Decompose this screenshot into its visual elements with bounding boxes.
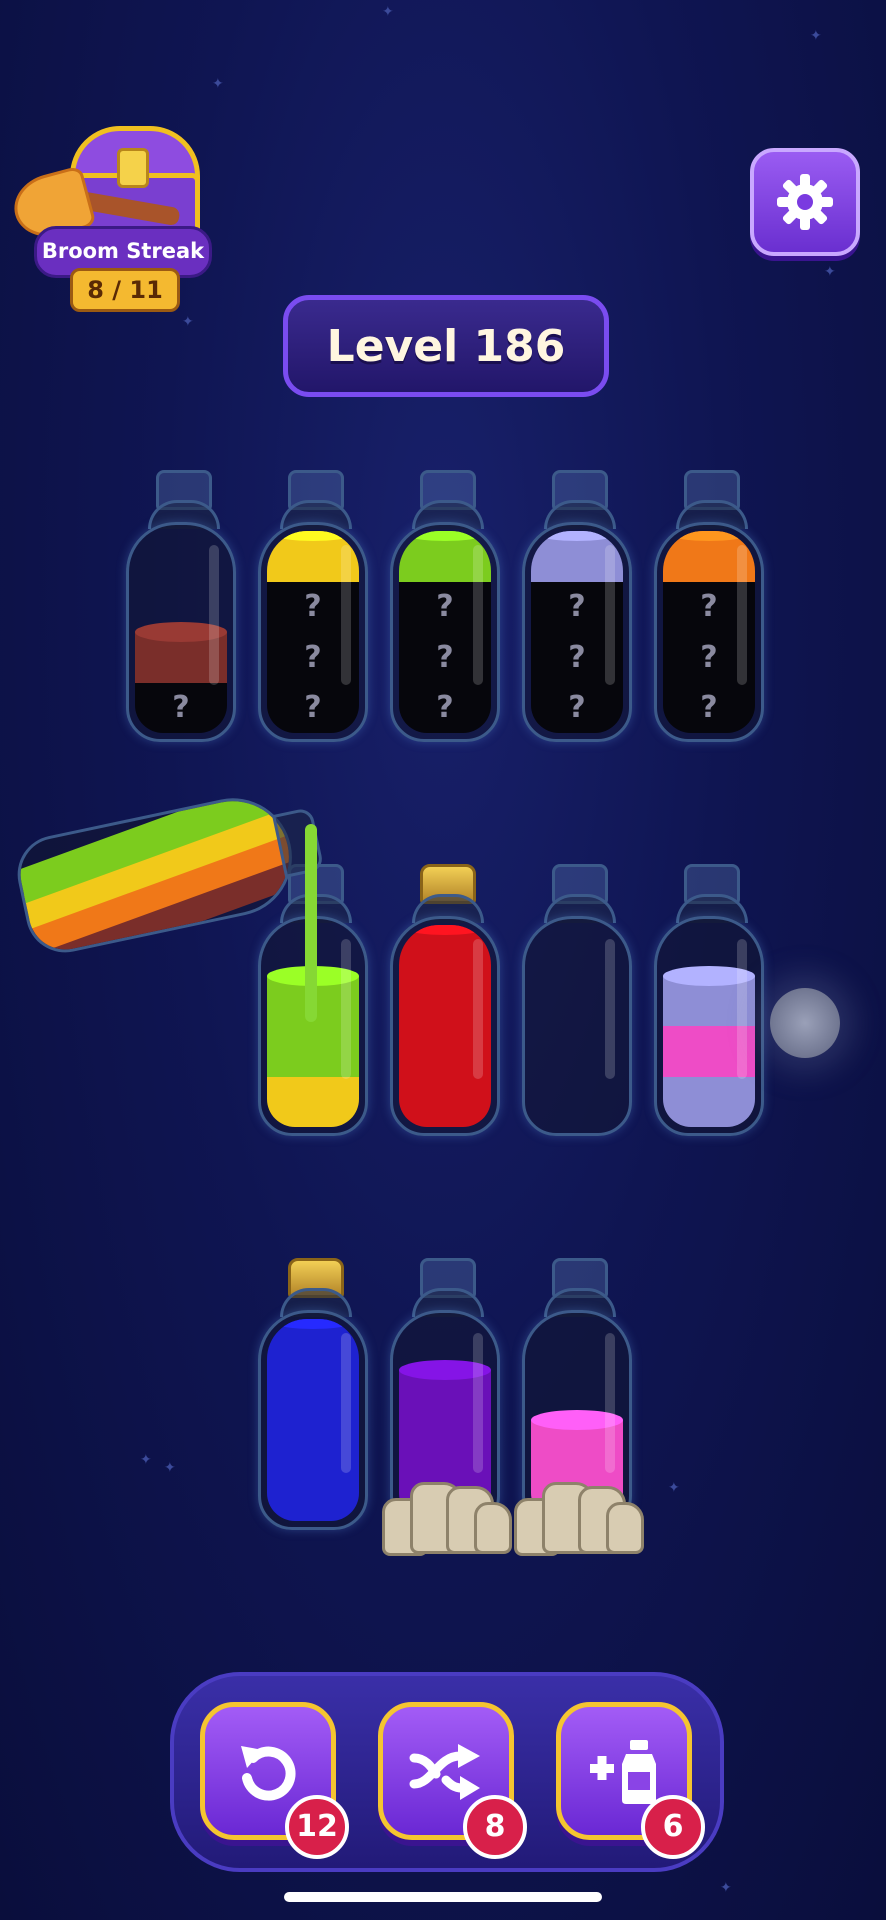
liquid-layer-blue — [267, 1470, 359, 1521]
question-mark-icon: ? — [700, 690, 718, 726]
glass-shine — [737, 545, 747, 685]
bottle-body — [258, 1310, 368, 1530]
bottle[interactable] — [382, 1258, 512, 1556]
bottle[interactable] — [514, 1258, 644, 1556]
add-bottle-count-badge: 6 — [641, 1795, 705, 1859]
star-icon: ✦ — [164, 1460, 176, 1476]
pouring-liquid — [10, 787, 303, 960]
bottle[interactable] — [258, 1258, 368, 1530]
hidden-layer: ? — [663, 682, 755, 733]
question-mark-icon: ? — [436, 639, 454, 675]
question-mark-icon: ? — [172, 690, 190, 726]
add-bottle-button[interactable]: 6 — [556, 1702, 705, 1859]
question-mark-icon: ? — [304, 639, 322, 675]
broom-streak-widget[interactable]: Broom Streak 8 / 11 — [7, 118, 212, 312]
bottle[interactable] — [390, 864, 500, 1136]
hidden-layer: ? — [531, 682, 623, 733]
add-bottle-icon — [590, 1740, 656, 1804]
home-indicator — [284, 1892, 602, 1902]
question-mark-icon: ? — [436, 589, 454, 625]
question-mark-icon: ? — [568, 589, 586, 625]
hidden-layer: ? — [267, 682, 359, 733]
liquid-layer-yellow — [267, 1076, 359, 1127]
question-mark-icon: ? — [304, 690, 322, 726]
glass-shine — [737, 939, 747, 1079]
liquid-layer-red — [399, 1076, 491, 1127]
bottle[interactable]: ??? — [258, 470, 368, 742]
bottle[interactable]: ??? — [654, 470, 764, 742]
rocks-obstacle-icon — [382, 1478, 512, 1556]
bottle-body: ??? — [258, 522, 368, 742]
question-mark-icon: ? — [304, 589, 322, 625]
touch-indicator — [770, 988, 840, 1058]
question-mark-icon: ? — [568, 690, 586, 726]
shuffle-button[interactable]: 8 — [378, 1702, 527, 1859]
glass-shine — [341, 1333, 351, 1473]
glass-shine — [605, 1333, 615, 1473]
star-icon: ✦ — [720, 1880, 732, 1896]
bottle[interactable]: ??? — [390, 470, 500, 742]
glass-shine — [473, 1333, 483, 1473]
rocks-obstacle-icon — [514, 1478, 644, 1556]
question-mark-icon: ? — [700, 639, 718, 675]
undo-icon — [241, 1746, 296, 1801]
bottle-body — [390, 916, 500, 1136]
star-icon: ✦ — [140, 1452, 152, 1468]
question-mark-icon: ? — [568, 639, 586, 675]
bottle-body — [654, 916, 764, 1136]
shuffle-icon — [409, 1744, 480, 1800]
star-icon: ✦ — [668, 1480, 680, 1496]
glass-shine — [341, 939, 351, 1079]
bottle-body: ? — [126, 522, 236, 742]
star-icon: ✦ — [824, 264, 836, 280]
glass-shine — [605, 545, 615, 685]
glass-shine — [209, 545, 219, 685]
glass-shine — [341, 545, 351, 685]
pour-stream — [305, 824, 317, 1022]
bottle-body: ??? — [390, 522, 500, 742]
undo-count-badge: 12 — [285, 1795, 349, 1859]
hidden-layer: ? — [399, 682, 491, 733]
bottle-body: ??? — [522, 522, 632, 742]
lock-icon — [117, 148, 149, 188]
bottle-body: ??? — [654, 522, 764, 742]
star-icon: ✦ — [182, 314, 194, 330]
gear-icon — [777, 174, 833, 230]
rock — [474, 1502, 512, 1554]
streak-count: 8 / 11 — [70, 268, 180, 312]
bottle-body — [522, 916, 632, 1136]
star-icon: ✦ — [382, 4, 394, 20]
rock — [606, 1502, 644, 1554]
undo-button[interactable]: 12 — [200, 1702, 349, 1859]
settings-button[interactable] — [750, 148, 860, 256]
question-mark-icon: ? — [436, 690, 454, 726]
bottle[interactable] — [654, 864, 764, 1136]
glass-shine — [605, 939, 615, 1079]
glass-shine — [473, 939, 483, 1079]
star-icon: ✦ — [810, 28, 822, 44]
shuffle-count-badge: 8 — [463, 1795, 527, 1859]
level-badge: Level 186 — [283, 295, 609, 397]
hidden-layer: ? — [135, 682, 227, 733]
streak-label: Broom Streak — [41, 239, 205, 263]
bottle[interactable]: ??? — [522, 470, 632, 742]
level-title: Level 186 — [326, 320, 566, 372]
liquid-layer-lavender — [663, 1076, 755, 1127]
glass-shine — [473, 545, 483, 685]
star-icon: ✦ — [212, 76, 224, 92]
question-mark-icon: ? — [700, 589, 718, 625]
bottle[interactable]: ? — [126, 470, 236, 742]
bottle[interactable] — [522, 864, 632, 1136]
